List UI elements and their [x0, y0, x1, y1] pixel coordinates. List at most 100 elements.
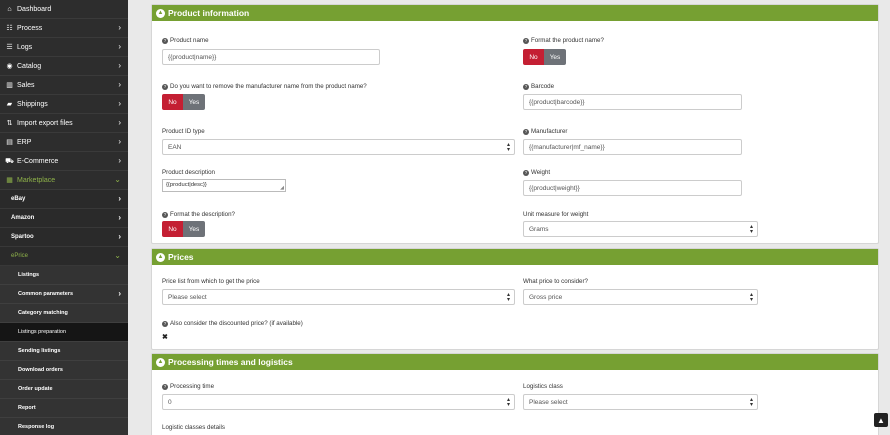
sidebar-eprice-label: Download orders: [18, 367, 63, 373]
sidebar-item-sales[interactable]: ▥ Sales ›: [0, 76, 128, 95]
help-icon: ?: [162, 212, 168, 218]
manufacturer-input[interactable]: {{manufacturer|mf_name}}: [523, 139, 742, 155]
panel-title: Product information: [168, 8, 250, 18]
sidebar-item-erp[interactable]: ▤ ERP ›: [0, 133, 128, 152]
sidebar-eprice-label: Report: [18, 405, 36, 411]
marketplace-icon: ▦: [6, 177, 13, 184]
discounted-price-checkbox[interactable]: ✖: [162, 333, 168, 341]
help-icon: ?: [523, 38, 529, 44]
product-information-header[interactable]: ▲ Product information: [152, 5, 878, 21]
sidebar-item-label: ERP: [17, 138, 32, 146]
log-icon: ☰: [6, 44, 13, 51]
remove-manufacturer-no-button[interactable]: No: [162, 94, 183, 110]
select-arrows-icon: ▴ ▾: [749, 292, 753, 303]
sidebar-item-shippings[interactable]: ▰ Shippings ›: [0, 95, 128, 114]
format-name-label: ? Format the product name?: [523, 37, 604, 44]
sidebar-sub-ebay[interactable]: eBay ›: [0, 190, 128, 209]
sidebar-eprice-category-matching[interactable]: Category matching: [0, 304, 128, 323]
collapse-icon[interactable]: ▲: [156, 357, 165, 367]
sidebar-item-e-commerce[interactable]: ⛟ E-Commerce ›: [0, 152, 128, 171]
sidebar-sub-amazon[interactable]: Amazon ›: [0, 209, 128, 228]
collapse-icon[interactable]: ▲: [156, 8, 165, 18]
chevron-right-icon: ›: [118, 61, 121, 70]
sidebar-eprice-download-orders[interactable]: Download orders: [0, 361, 128, 380]
sidebar-item-catalog[interactable]: ◉ Catalog ›: [0, 57, 128, 76]
weight-label: ? Weight: [523, 169, 551, 176]
sidebar-eprice-label: Common parameters: [18, 291, 74, 297]
barcode-input[interactable]: {{product|barcode}}: [523, 94, 742, 110]
sidebar-item-dashboard[interactable]: ⌂ Dashboard: [0, 0, 128, 19]
product-description-label: Product description: [162, 169, 215, 176]
chevron-right-icon: ›: [118, 118, 121, 127]
format-description-toggle[interactable]: No Yes: [162, 221, 205, 237]
what-price-select[interactable]: Gross price ▴ ▾: [523, 289, 758, 305]
main-content: ▲ Product information ? Product name {{pr…: [128, 0, 890, 435]
sidebar-eprice-response-log[interactable]: Response log: [0, 418, 128, 435]
sidebar-eprice-label: Response log: [18, 424, 55, 430]
help-icon: ?: [523, 84, 529, 90]
product-name-label: ? Product name: [162, 37, 209, 44]
scroll-to-top-button[interactable]: ▲: [874, 413, 888, 427]
panel-title: Processing times and logistics: [168, 357, 293, 367]
help-icon: ?: [523, 170, 529, 176]
select-arrows-icon: ▴ ▾: [749, 224, 753, 235]
panel-title: Prices: [168, 252, 194, 262]
select-arrows-icon: ▴ ▾: [506, 142, 510, 153]
sidebar-item-import-export-files[interactable]: ⇅ Import export files ›: [0, 114, 128, 133]
sidebar-item-process[interactable]: ☷ Process ›: [0, 19, 128, 38]
sidebar-item-label: E-Commerce: [17, 157, 59, 165]
discounted-price-label: ? Also consider the discounted price? (if…: [162, 320, 303, 327]
catalog-icon: ◉: [6, 63, 13, 70]
chevron-right-icon: ›: [118, 289, 121, 298]
sidebar-sub-spartoo[interactable]: Spartoo ›: [0, 228, 128, 247]
chart-icon: ▥: [6, 82, 13, 89]
remove-manufacturer-label: ? Do you want to remove the manufacturer …: [162, 83, 367, 90]
processing-panel: ▲ Processing times and logistics ? Proces…: [151, 353, 879, 435]
unit-weight-select[interactable]: Grams ▴ ▾: [523, 221, 758, 237]
what-price-label: What price to consider?: [523, 278, 588, 285]
sidebar-item-marketplace[interactable]: ▦ Marketplace ⌄: [0, 171, 128, 190]
product-name-input[interactable]: {{product|name}}: [162, 49, 380, 65]
remove-manufacturer-yes-button[interactable]: Yes: [183, 94, 205, 110]
logistics-class-select[interactable]: Please select ▴ ▾: [523, 394, 758, 410]
sidebar-eprice-listings[interactable]: Listings: [0, 266, 128, 285]
remove-manufacturer-toggle[interactable]: No Yes: [162, 94, 205, 110]
format-description-yes-button[interactable]: Yes: [183, 221, 205, 237]
sidebar-eprice-listings-preparation[interactable]: Listings preparation: [0, 323, 128, 342]
arrow-up-icon: ▲: [877, 415, 885, 425]
weight-input[interactable]: {{product|weight}}: [523, 180, 742, 196]
chevron-right-icon: ›: [118, 194, 121, 203]
processing-time-label: ? Processing time: [162, 383, 215, 390]
cart-icon: ⛟: [5, 157, 14, 165]
format-name-yes-button[interactable]: Yes: [544, 49, 566, 65]
product-id-type-select[interactable]: EAN ▴ ▾: [162, 139, 515, 155]
chevron-right-icon: ›: [118, 23, 121, 32]
format-description-no-button[interactable]: No: [162, 221, 183, 237]
resize-grip-icon[interactable]: ◢: [280, 185, 284, 191]
sidebar-item-label: Import export files: [17, 119, 73, 127]
collapse-icon[interactable]: ▲: [156, 252, 165, 262]
prices-header[interactable]: ▲ Prices: [152, 249, 878, 265]
chevron-down-icon: ⌄: [114, 175, 121, 184]
format-name-no-button[interactable]: No: [523, 49, 544, 65]
sidebar-sub-eprice[interactable]: ePrice ⌄: [0, 247, 128, 266]
sidebar-eprice-common-parameters[interactable]: Common parameters ›: [0, 285, 128, 304]
manufacturer-label: ? Manufacturer: [523, 128, 568, 135]
sidebar-eprice-sending-listings[interactable]: Sending listings: [0, 342, 128, 361]
sidebar-eprice-order-update[interactable]: Order update: [0, 380, 128, 399]
select-arrows-icon: ▴ ▾: [749, 397, 753, 408]
select-arrows-icon: ▴ ▾: [506, 292, 510, 303]
processing-time-select[interactable]: 0 ▴ ▾: [162, 394, 515, 410]
sidebar-item-logs[interactable]: ☰ Logs ›: [0, 38, 128, 57]
chevron-right-icon: ›: [118, 99, 121, 108]
price-list-select[interactable]: Please select ▴ ▾: [162, 289, 515, 305]
sidebar-eprice-label: Listings preparation: [18, 329, 67, 335]
product-description-textarea[interactable]: {{product|desc}} ◢: [162, 179, 286, 192]
sidebar-item-label: Catalog: [17, 62, 42, 70]
product-information-panel: ▲ Product information ? Product name {{pr…: [151, 4, 879, 244]
sidebar-sub-label: Amazon: [11, 215, 35, 221]
chevron-down-icon: ⌄: [114, 251, 121, 260]
format-name-toggle[interactable]: No Yes: [523, 49, 566, 65]
sidebar-eprice-report[interactable]: Report: [0, 399, 128, 418]
processing-header[interactable]: ▲ Processing times and logistics: [152, 354, 878, 370]
